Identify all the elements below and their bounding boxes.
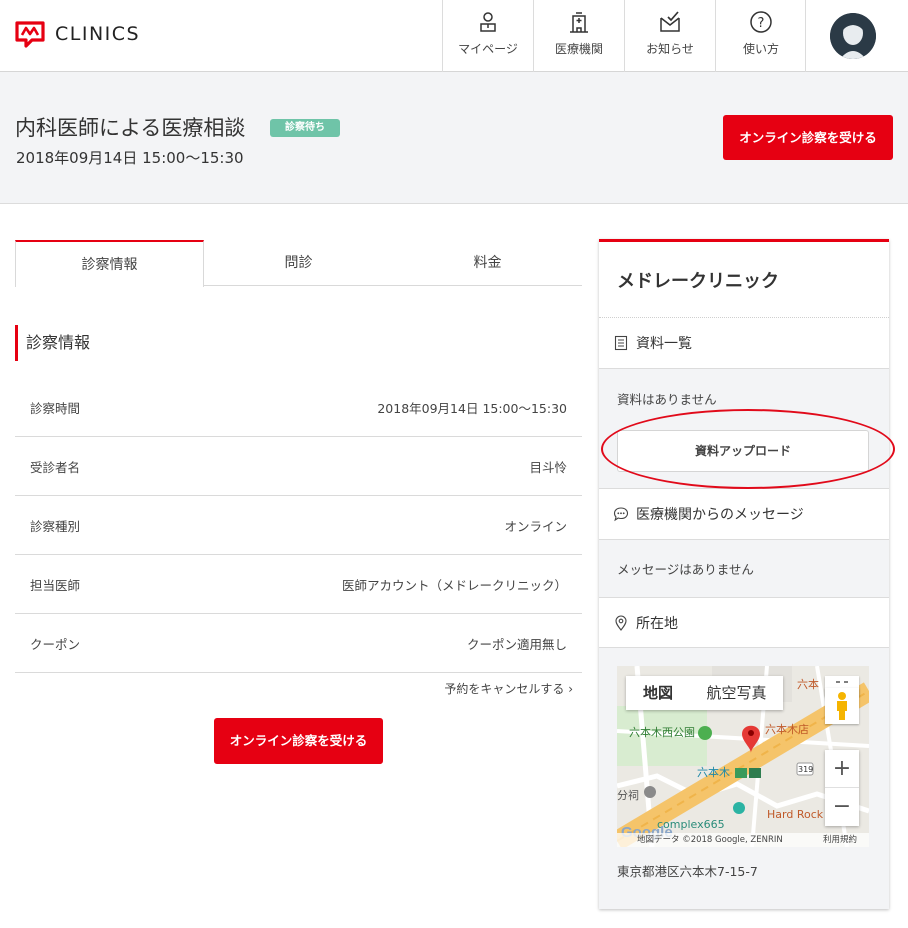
logo-text: CLINICS [55, 23, 141, 45]
info-row-type: 診察種別 オンライン [15, 496, 582, 555]
map-type-control: 地図 航空写真 [626, 676, 783, 710]
nav-help[interactable]: ? 使い方 [715, 0, 806, 72]
messages-title: 医療機関からのメッセージ [636, 507, 804, 523]
cancel-appointment-link[interactable]: 予約をキャンセルする › [380, 680, 573, 697]
map-zoom-control: + − [825, 750, 859, 826]
info-label: 受診者名 [30, 459, 81, 475]
hospital-icon [570, 12, 588, 33]
consultation-info-table: 診察時間 2018年09月14日 15:00〜15:30 受診者名 目斗怜 診察… [15, 378, 582, 673]
nav-label: お知らせ [646, 42, 694, 56]
svg-text:?: ? [758, 16, 765, 31]
info-value: クーポン適用無し [466, 636, 567, 652]
tab-fee[interactable]: 料金 [393, 240, 582, 286]
messages-area: メッセージはありません [599, 540, 889, 598]
appointment-datetime: 2018年09月14日 15:00〜15:30 [16, 149, 244, 167]
nav-label: マイページ [458, 42, 518, 56]
map-label-hardrock: Hard Rock [767, 808, 824, 821]
map-attribution: 地図データ ©2018 Google, ZENRIN 利用規約 [617, 833, 869, 847]
map-type-map-button[interactable]: 地図 [626, 676, 690, 710]
messages-header: 医療機関からのメッセージ [599, 489, 889, 540]
info-row-time: 診察時間 2018年09月14日 15:00〜15:30 [15, 378, 582, 437]
tab-consultation-info[interactable]: 診察情報 [15, 240, 204, 287]
info-row-patient: 受診者名 目斗怜 [15, 437, 582, 496]
clinic-address: 東京都港区六本木7-15-7 [617, 864, 758, 879]
map-label-route: 319 [798, 765, 813, 774]
info-value: 2018年09月14日 15:00〜15:30 [377, 400, 567, 416]
location-title: 所在地 [636, 615, 678, 632]
map-label-shrine: 分祠 [617, 789, 639, 802]
map-label-station: 六本木 [697, 765, 730, 779]
map-label-roppongi: 六本 [797, 677, 819, 691]
map-type-satellite-button[interactable]: 航空写真 [690, 676, 783, 710]
location-header: 所在地 [599, 598, 889, 648]
section-title: 診察情報 [15, 325, 90, 361]
help-icon: ? [750, 11, 772, 33]
info-value: 医師アカウント（メドレークリニック） [341, 577, 567, 593]
nav-notifications[interactable]: お知らせ [624, 0, 715, 72]
start-online-consultation-button-bottom[interactable]: オンライン診察を受ける [214, 718, 383, 764]
status-badge: 診察待ち [270, 119, 340, 137]
info-row-doctor: 担当医師 医師アカウント（メドレークリニック） [15, 555, 582, 614]
cancel-link-label: 予約をキャンセルする [444, 682, 565, 696]
documents-empty-text: 資料はありません [617, 392, 717, 407]
zoom-out-button[interactable]: − [825, 788, 859, 826]
clinic-panel: メドレークリニック 資料一覧 資料はありません 医療機関からのメッセージ メッセ… [599, 239, 889, 909]
header: CLINICS マイページ 医療機関 お知らせ ? 使い方 [0, 0, 908, 72]
map-terms-link[interactable]: 利用規約 [823, 833, 857, 847]
info-label: 担当医師 [30, 577, 81, 593]
nav-label: 使い方 [742, 42, 779, 56]
zoom-in-button[interactable]: + [825, 750, 859, 788]
account-menu[interactable] [805, 0, 908, 72]
info-value: 目斗怜 [529, 459, 567, 475]
clinics-logo[interactable]: CLINICS [14, 20, 140, 48]
user-avatar-icon [830, 13, 876, 59]
info-row-coupon: クーポン クーポン適用無し [15, 614, 582, 673]
consultation-tabs: 診察情報 問診 料金 [15, 240, 582, 287]
pegman-icon [837, 692, 847, 720]
notification-icon [660, 11, 680, 32]
start-online-consultation-button[interactable]: オンライン診察を受ける [723, 115, 893, 160]
avatar[interactable] [830, 13, 876, 59]
nav-label: 医療機関 [554, 42, 603, 56]
info-value: オンライン [504, 518, 567, 534]
location-map[interactable]: 六本木西公園 六本木 六本木店 六本 complex665 Hard Rock … [617, 666, 869, 847]
documents-header: 資料一覧 [599, 318, 889, 369]
clinics-logo-icon [15, 21, 45, 48]
nav-hospital[interactable]: 医療機関 [533, 0, 624, 72]
map-label-store: 六本木店 [765, 722, 809, 736]
chat-bubble-icon [613, 507, 629, 522]
map-label-park: 六本木西公園 [629, 725, 695, 739]
tab-questionnaire[interactable]: 問診 [204, 240, 393, 286]
info-label: 診察時間 [30, 400, 81, 416]
street-view-pegman[interactable] [825, 688, 859, 724]
document-icon [614, 335, 628, 351]
chevron-right-icon: › [568, 682, 573, 696]
appointment-summary: 内科医師による医療相談 診察待ち 2018年09月14日 15:00〜15:30… [0, 72, 908, 204]
map-copyright: 地図データ ©2018 Google, ZENRIN [637, 835, 783, 845]
clinic-name: メドレークリニック [599, 242, 889, 318]
page-title: 内科医師による医療相談 [15, 116, 246, 140]
location-pin-icon [615, 615, 627, 631]
highlight-annotation [601, 409, 895, 489]
documents-title: 資料一覧 [636, 336, 692, 352]
info-label: クーポン [30, 636, 81, 652]
mypage-icon [480, 12, 496, 32]
nav-mypage[interactable]: マイページ [442, 0, 533, 72]
messages-empty-text: メッセージはありません [617, 562, 754, 577]
info-label: 診察種別 [30, 518, 81, 534]
